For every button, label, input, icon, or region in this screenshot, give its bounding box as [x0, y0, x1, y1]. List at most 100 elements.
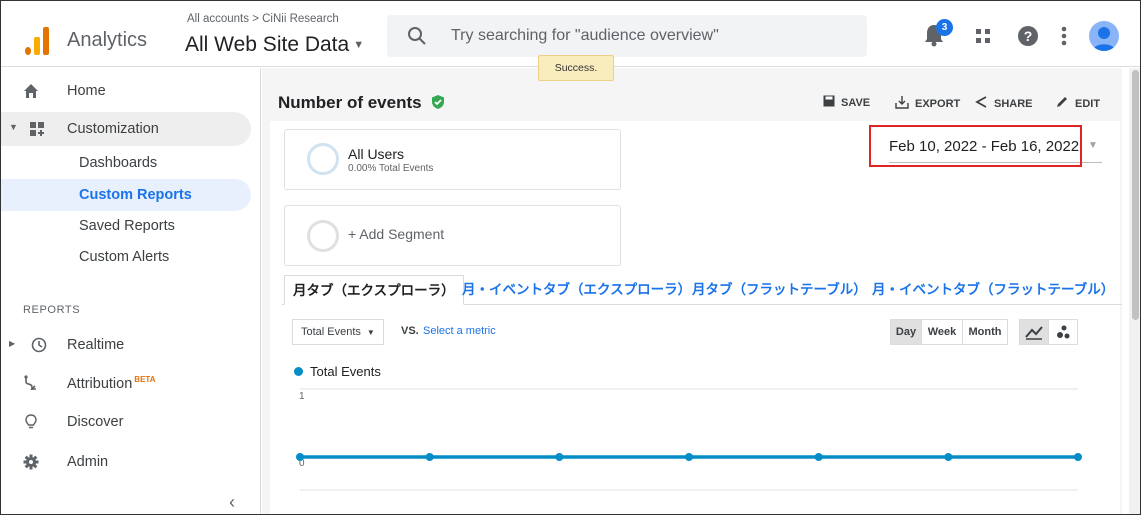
- pencil-icon: [1057, 97, 1067, 107]
- data-point[interactable]: [944, 453, 953, 461]
- beta-badge: BETA: [134, 375, 156, 384]
- tab-month-event-explorer[interactable]: 月・イベントタブ（エクスプローラ）: [462, 275, 691, 305]
- sidebar-item-label: Custom Reports: [79, 187, 192, 203]
- data-point[interactable]: [1074, 453, 1082, 461]
- sidebar-item-label: Saved Reports: [79, 218, 175, 234]
- metric-selector[interactable]: Total Events ▼: [292, 319, 384, 345]
- sidebar-item-attribution[interactable]: Attribution BETA: [1, 366, 251, 400]
- svg-text:?: ?: [1024, 28, 1033, 44]
- add-segment-ring-icon: [307, 220, 339, 252]
- tab-month-explorer[interactable]: 月タブ（エクスプローラ）: [284, 275, 464, 305]
- report-title: Number of events: [278, 93, 446, 113]
- chevron-down-icon[interactable]: ▼: [1088, 140, 1098, 151]
- line-chart: Total Events 1 0: [282, 354, 1122, 514]
- sidebar-item-label: Discover: [67, 414, 124, 430]
- scrollbar-thumb[interactable]: [1132, 70, 1139, 320]
- success-toast: Success.: [538, 55, 614, 81]
- sidebar-item-realtime[interactable]: ▶ Realtime: [1, 328, 251, 362]
- edit-button[interactable]: EDIT: [1055, 95, 1100, 110]
- bubbles-icon: [1057, 325, 1070, 339]
- sidebar-item-label: Customization: [67, 121, 159, 137]
- data-point[interactable]: [814, 453, 823, 461]
- segment-detail: 0.00% Total Events: [348, 163, 434, 174]
- period-day-button[interactable]: Day: [890, 319, 922, 345]
- lightbulb-icon: [25, 414, 37, 429]
- search-box[interactable]: Try searching for "audience overview": [387, 15, 867, 57]
- report-title-text: Number of events: [278, 93, 422, 112]
- data-point[interactable]: [555, 453, 564, 461]
- export-icon: [895, 96, 909, 109]
- export-button[interactable]: EXPORT: [895, 95, 960, 110]
- edit-label: EDIT: [1075, 98, 1101, 110]
- attribution-icon: [24, 375, 36, 390]
- sidebar-item-saved-reports[interactable]: Saved Reports: [1, 210, 251, 242]
- share-label: SHARE: [994, 98, 1033, 110]
- sidebar-item-label: Custom Alerts: [79, 249, 170, 265]
- customization-grid-icon: [30, 122, 44, 136]
- date-range-highlight: [869, 125, 1082, 167]
- attribution-label-group: Attribution BETA: [67, 375, 155, 392]
- share-button[interactable]: SHARE: [974, 95, 1033, 110]
- sidebar-item-home[interactable]: Home: [1, 74, 251, 108]
- report-tabs: 月タブ（エクスプローラ） 月・イベントタブ（エクスプローラ） 月タブ（フラットテ…: [282, 275, 1122, 305]
- chevron-down-icon: ▼: [353, 39, 365, 52]
- save-icon: [823, 95, 835, 107]
- data-point[interactable]: [425, 453, 434, 461]
- property-selector[interactable]: All Web Site Data ▼: [185, 33, 364, 57]
- segment-all-users[interactable]: All Users 0.00% Total Events: [284, 129, 621, 190]
- share-icon: [975, 96, 987, 108]
- add-segment-button[interactable]: + Add Segment: [284, 205, 621, 266]
- search-input[interactable]: Try searching for "audience overview": [451, 27, 719, 45]
- sidebar: Home ▼ Customization Dashboards Custom R…: [1, 68, 261, 514]
- data-point[interactable]: [296, 453, 304, 461]
- expand-arrow-icon: ▶: [9, 339, 16, 348]
- sidebar-item-label: Admin: [67, 454, 109, 470]
- chevron-down-icon: ▼: [366, 328, 375, 337]
- segment-ring-icon: [307, 143, 339, 175]
- gear-icon: [23, 454, 39, 470]
- property-name: All Web Site Data: [185, 33, 350, 56]
- sidebar-item-dashboards[interactable]: Dashboards: [1, 147, 251, 179]
- vs-label: VS.: [401, 325, 419, 337]
- tab-month-event-flat-table[interactable]: 月・イベントタブ（フラットテーブル）: [872, 275, 1114, 305]
- period-month-button[interactable]: Month: [962, 319, 1008, 345]
- help-icon[interactable]: ?: [1017, 25, 1039, 47]
- sidebar-item-custom-alerts[interactable]: Custom Alerts: [1, 241, 251, 273]
- analytics-window: Analytics All accounts > CiNii Research …: [0, 0, 1141, 515]
- reports-section-label: REPORTS: [23, 304, 81, 316]
- account-avatar[interactable]: [1089, 21, 1119, 51]
- data-point[interactable]: [685, 453, 693, 461]
- collapse-sidebar-icon[interactable]: ‹: [229, 492, 235, 513]
- search-icon: [408, 27, 426, 45]
- sidebar-item-label: Attribution: [67, 375, 133, 392]
- report-area: Number of events SAVE EXPORT SHARE EDIT: [262, 68, 1140, 514]
- verified-check-icon: [432, 95, 445, 109]
- line-chart-icon: [1025, 326, 1043, 340]
- line-chart-view-button[interactable]: [1019, 319, 1049, 345]
- home-icon: [24, 84, 38, 98]
- notification-badge: 3: [936, 19, 953, 36]
- sidebar-item-discover[interactable]: Discover: [1, 405, 251, 439]
- sidebar-item-custom-reports[interactable]: Custom Reports: [1, 179, 251, 211]
- save-button[interactable]: SAVE: [823, 95, 870, 109]
- motion-chart-view-button[interactable]: [1048, 319, 1078, 345]
- tab-month-flat-table[interactable]: 月タブ（フラットテーブル）: [692, 275, 867, 305]
- clock-icon: [31, 337, 47, 353]
- segment-name: All Users: [348, 146, 405, 162]
- export-label: EXPORT: [915, 98, 961, 110]
- select-metric-link[interactable]: Select a metric: [423, 325, 496, 337]
- apps-grid-icon[interactable]: [975, 28, 991, 44]
- breadcrumb[interactable]: All accounts > CiNii Research: [187, 13, 339, 25]
- more-options-icon[interactable]: [1061, 26, 1067, 46]
- app-name: Analytics: [67, 29, 148, 51]
- sidebar-item-customization[interactable]: ▼ Customization: [1, 112, 251, 146]
- analytics-logo-icon[interactable]: [25, 25, 51, 55]
- sidebar-item-label: Home: [67, 83, 106, 99]
- sidebar-item-admin[interactable]: Admin: [1, 445, 251, 479]
- save-label: SAVE: [841, 97, 871, 109]
- metric-label: Total Events: [301, 326, 361, 338]
- scrollbar[interactable]: [1129, 68, 1140, 514]
- chart-plot: [296, 388, 1082, 491]
- period-week-button[interactable]: Week: [921, 319, 963, 345]
- chart-controls: Total Events ▼ VS. Select a metric Day We…: [282, 316, 1122, 350]
